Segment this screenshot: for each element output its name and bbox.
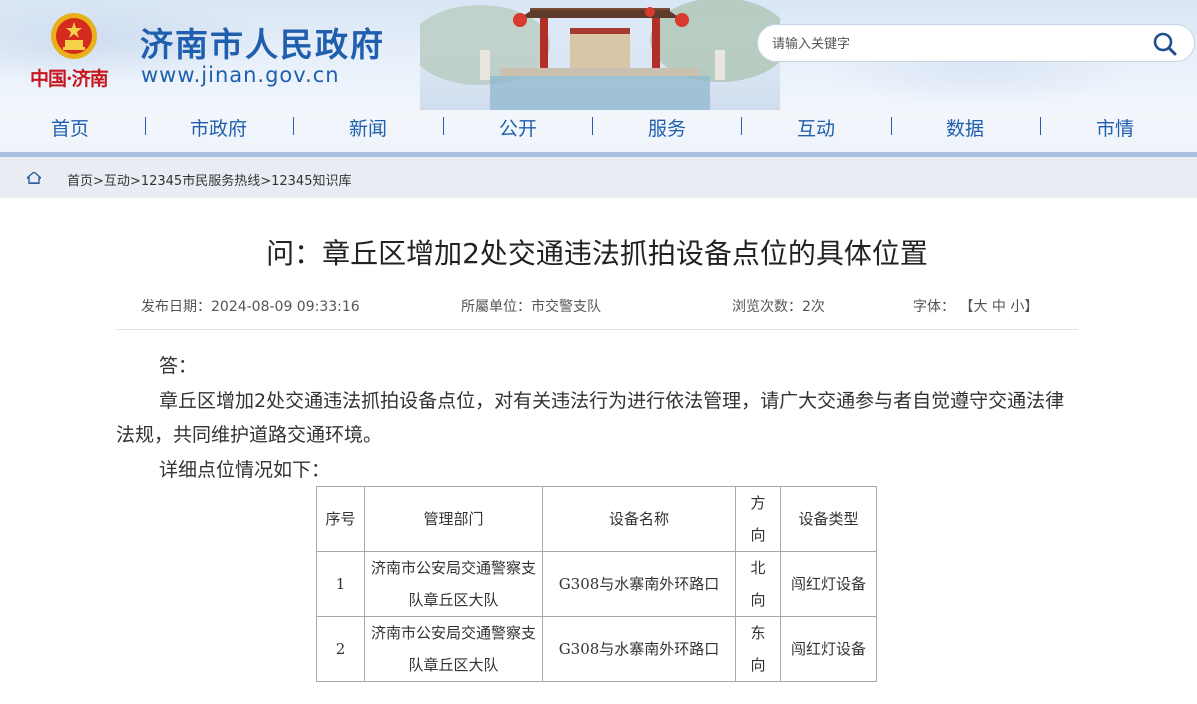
answer-paragraph: 章丘区增加2处交通违法抓拍设备点位，对有关违法行为进行依法管理，请广大交通参与者… — [116, 390, 1065, 446]
city-logo: 中国·济南 — [30, 68, 109, 90]
camera-points-table: 序号 管理部门 设备名称 方向 设备类型 1 济南市公安局交通警察支队章丘区大队… — [316, 486, 877, 682]
table-cell-no: 2 — [316, 616, 365, 682]
font-size-label: 字体： — [913, 299, 955, 315]
table-row: 2 济南市公安局交通警察支队章丘区大队 G308与水寨南外环路口 东向 闯红灯设… — [316, 616, 877, 682]
nav-separator — [443, 117, 444, 135]
table-row: 1 济南市公安局交通警察支队章丘区大队 G308与水寨南外环路口 北向 闯红灯设… — [316, 551, 877, 617]
detail-intro: 详细点位情况如下： — [159, 459, 331, 481]
table-cell-direction: 东向 — [735, 616, 781, 682]
nav-item-home[interactable]: 首页 — [51, 114, 89, 141]
site-header: 中国·济南 济南市人民政府 www.jinan.gov.cn 首页 市政府 新闻… — [0, 0, 1197, 155]
nav-item-news[interactable]: 新闻 — [349, 114, 387, 141]
header-landmark-illustration — [420, 0, 780, 110]
nav-item-interaction[interactable]: 互动 — [797, 114, 835, 141]
font-size-switcher: 字体： 【大 中 小】 — [913, 296, 1038, 316]
view-count-value: 2次 — [802, 299, 825, 315]
publish-date-label: 发布日期： — [141, 299, 211, 315]
nav-item-public[interactable]: 公开 — [499, 114, 537, 141]
table-cell-direction-text: 北向 — [750, 559, 766, 609]
table-header-device-type: 设备类型 — [780, 486, 877, 552]
search-icon[interactable] — [1152, 31, 1178, 57]
breadcrumb: 首页>互动>12345市民服务热线>12345知识库 — [0, 157, 1197, 198]
breadcrumb-separator: > — [93, 174, 104, 189]
table-cell-device-type: 闯红灯设备 — [780, 551, 877, 617]
main-nav: 首页 市政府 新闻 公开 服务 互动 数据 市情 — [0, 110, 1197, 152]
nav-separator — [891, 117, 892, 135]
table-header-row: 序号 管理部门 设备名称 方向 设备类型 — [316, 486, 877, 552]
owner-unit-value: 市交警支队 — [531, 299, 601, 315]
publish-date-value: 2024-08-09 09:33:16 — [211, 299, 360, 315]
table-header-device-name: 设备名称 — [542, 486, 736, 552]
table-cell-direction: 北向 — [735, 551, 781, 617]
table-header-no: 序号 — [316, 486, 365, 552]
article-title: 问：章丘区增加2处交通违法抓拍设备点位的具体位置 — [266, 237, 928, 270]
table-cell-device-name: G308与水寨南外环路口 — [542, 551, 736, 617]
home-icon[interactable] — [27, 172, 41, 184]
table-header-direction-text: 方向 — [750, 494, 766, 544]
publish-date: 发布日期：2024-08-09 09:33:16 — [141, 296, 360, 316]
breadcrumb-trail: 首页>互动>12345市民服务热线>12345知识库 — [67, 170, 351, 189]
view-count: 浏览次数：2次 — [732, 296, 825, 316]
owner-unit-label: 所屬单位： — [461, 299, 531, 315]
view-count-label: 浏览次数： — [732, 299, 802, 315]
nav-item-services[interactable]: 服务 — [648, 114, 686, 141]
table-cell-device-name: G308与水寨南外环路口 — [542, 616, 736, 682]
search-input[interactable] — [772, 33, 1132, 55]
article-divider — [116, 329, 1078, 330]
nav-item-government[interactable]: 市政府 — [190, 114, 247, 141]
site-title[interactable]: 济南市人民政府 — [140, 18, 385, 66]
breadcrumb-item-interaction[interactable]: 互动 — [104, 174, 130, 189]
nav-item-city-info[interactable]: 市情 — [1096, 114, 1134, 141]
font-size-medium-button[interactable]: 中 — [992, 299, 1006, 315]
answer-label: 答： — [159, 355, 198, 377]
table-cell-dept: 济南市公安局交通警察支队章丘区大队 — [364, 616, 543, 682]
font-size-bracket-open: 【 — [959, 299, 974, 315]
font-size-small-button[interactable]: 小 — [1010, 299, 1024, 315]
breadcrumb-item-knowledge-base[interactable]: 12345知识库 — [271, 174, 351, 189]
breadcrumb-separator: > — [129, 174, 141, 189]
table-header-dept: 管理部门 — [364, 486, 543, 552]
breadcrumb-item-home[interactable]: 首页 — [67, 174, 93, 189]
nav-separator — [592, 117, 593, 135]
national-emblem-icon — [51, 13, 97, 59]
table-cell-direction-text: 东向 — [750, 624, 766, 674]
font-size-large-button[interactable]: 大 — [973, 299, 987, 315]
nav-separator — [1040, 117, 1041, 135]
search-box — [757, 24, 1195, 62]
nav-separator — [145, 117, 146, 135]
nav-item-data[interactable]: 数据 — [946, 114, 984, 141]
breadcrumb-separator: > — [260, 174, 272, 189]
font-size-bracket-close: 】 — [1024, 299, 1039, 315]
nav-separator — [293, 117, 294, 135]
table-header-direction: 方向 — [735, 486, 781, 552]
breadcrumb-item-hotline[interactable]: 12345市民服务热线 — [141, 174, 260, 189]
table-cell-no: 1 — [316, 551, 365, 617]
table-cell-device-type: 闯红灯设备 — [780, 616, 877, 682]
site-domain: www.jinan.gov.cn — [141, 63, 340, 87]
owner-unit: 所屬单位：市交警支队 — [461, 296, 601, 316]
nav-separator — [741, 117, 742, 135]
table-cell-dept: 济南市公安局交通警察支队章丘区大队 — [364, 551, 543, 617]
